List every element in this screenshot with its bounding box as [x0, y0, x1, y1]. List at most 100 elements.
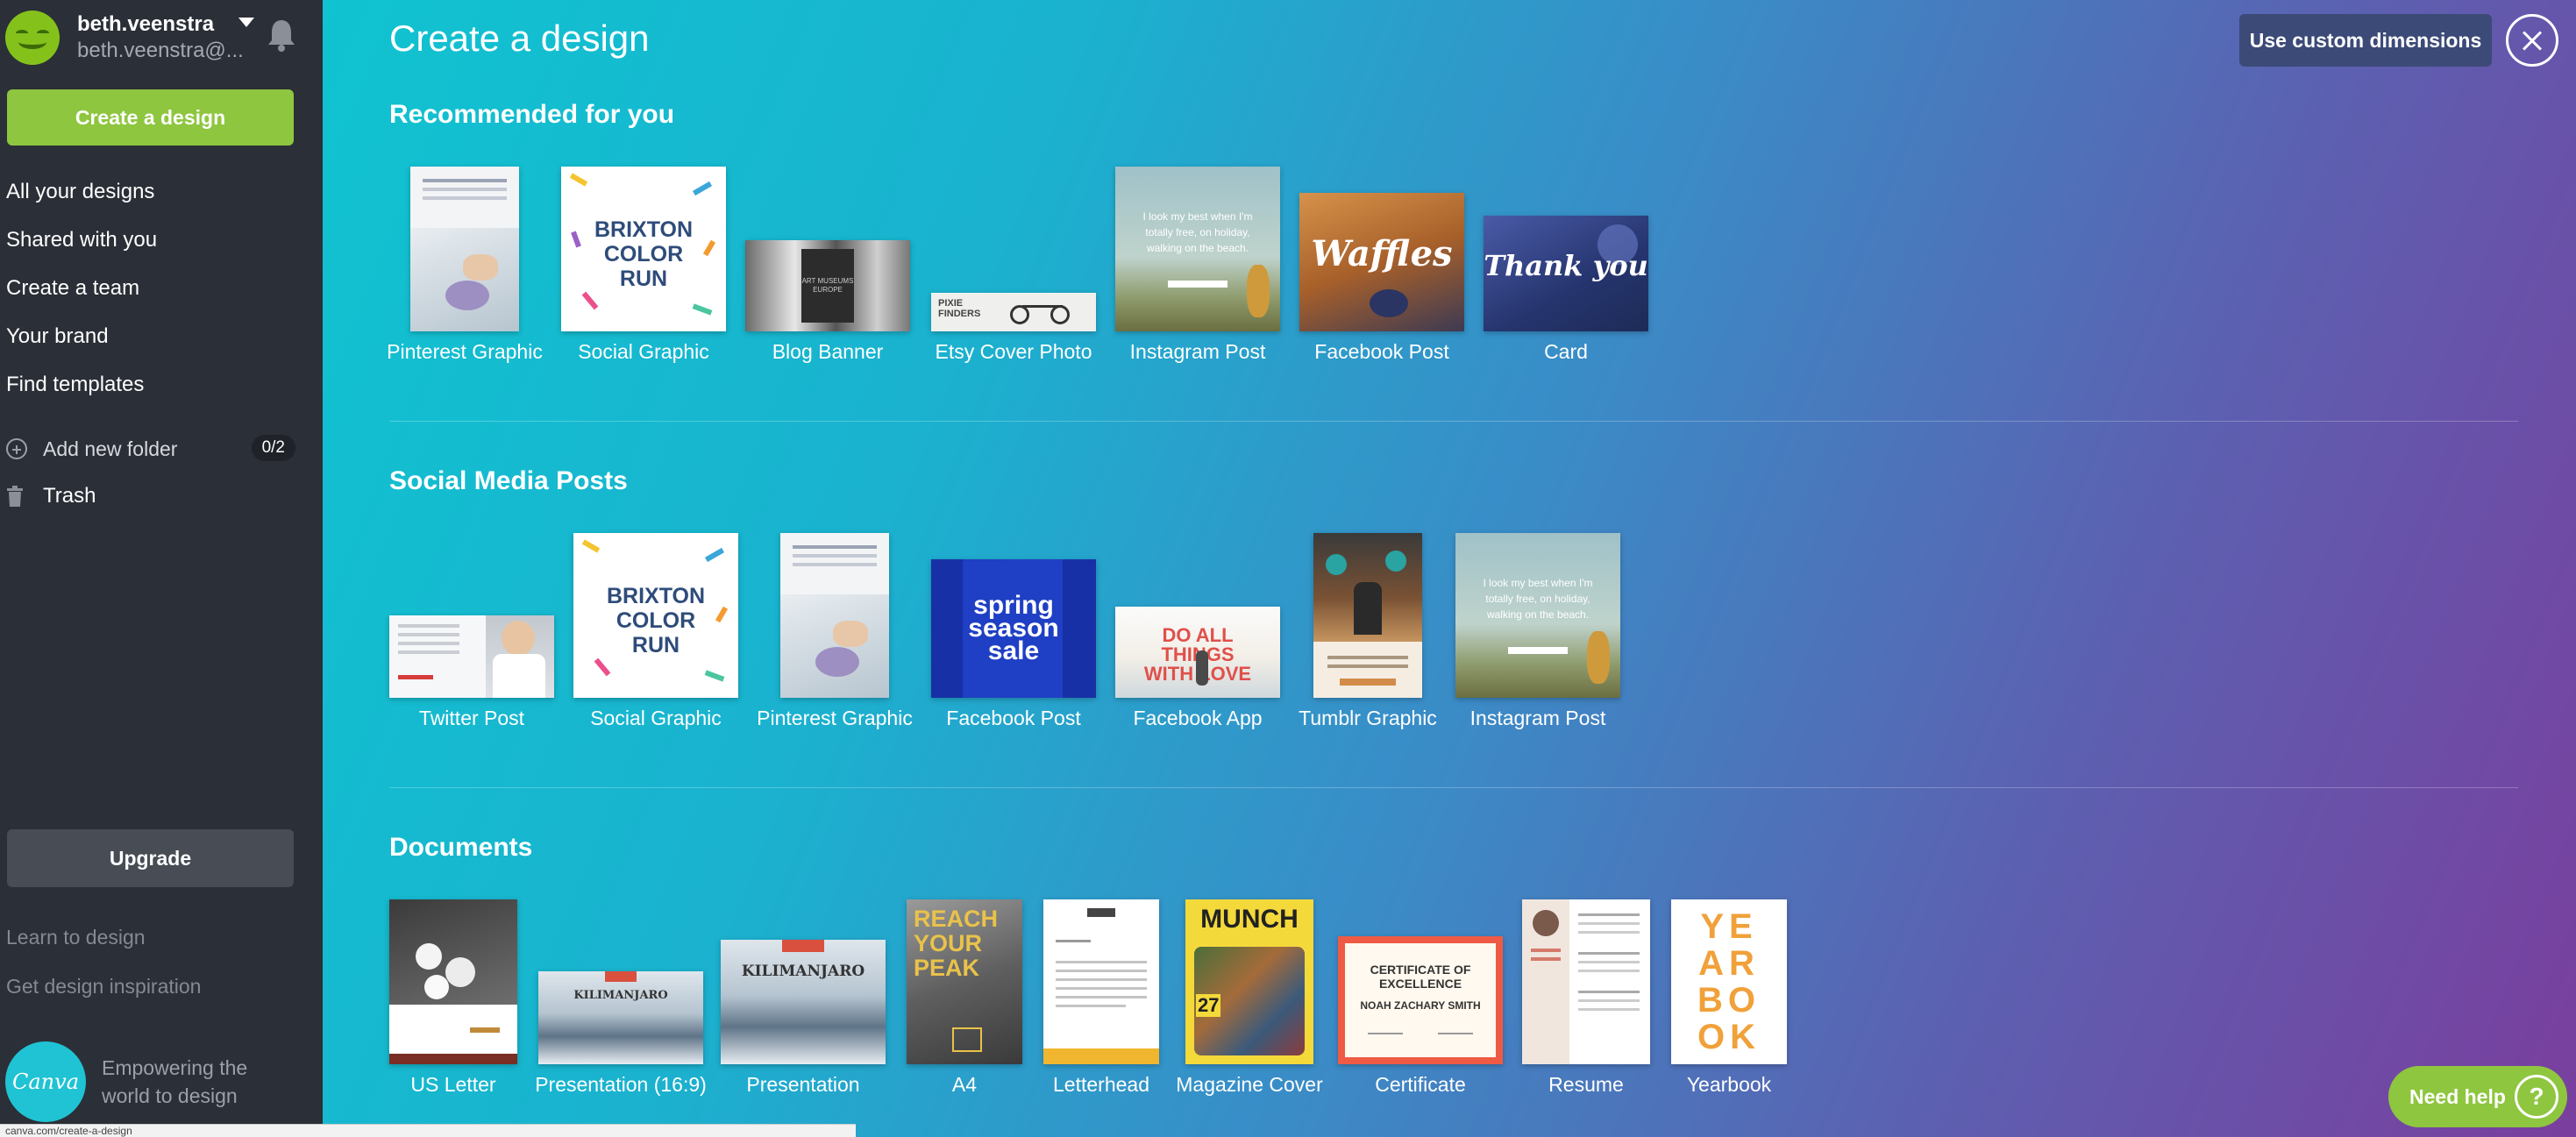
template-thumb[interactable]	[389, 615, 554, 698]
thumb-title: YEARBOOK	[1697, 907, 1761, 1056]
template-thumb[interactable]	[410, 167, 519, 331]
section-title-social: Social Media Posts	[389, 466, 628, 495]
template-thumb[interactable]: YEARBOOK	[1671, 899, 1787, 1064]
template-label[interactable]: Letterhead	[1053, 1073, 1149, 1097]
need-help-button[interactable]: Need help ?	[2388, 1066, 2567, 1127]
template-thumb[interactable]: KILIMANJARO	[538, 971, 703, 1064]
close-icon[interactable]	[2506, 14, 2558, 67]
template-thumb[interactable]: CERTIFICATE OF EXCELLENCE NOAH ZACHARY S…	[1338, 936, 1503, 1064]
upgrade-button[interactable]: Upgrade	[7, 829, 294, 887]
design-inspiration-link[interactable]: Get design inspiration	[6, 975, 201, 998]
bell-icon[interactable]	[267, 18, 296, 53]
template-label[interactable]: Social Graphic	[578, 340, 709, 364]
need-help-label: Need help	[2409, 1084, 2506, 1108]
avatar[interactable]	[5, 11, 60, 65]
template-thumb[interactable]: BRIXTON COLOR RUN	[573, 533, 738, 698]
thumb-title: KILIMANJARO	[573, 989, 668, 1002]
template-label[interactable]: Social Graphic	[590, 707, 722, 730]
template-thumb[interactable]: I look my best when I'm totally free, on…	[1115, 167, 1280, 331]
template-label[interactable]: Yearbook	[1687, 1073, 1771, 1097]
thumb-title: BRIXTON COLOR RUN	[606, 584, 706, 657]
thumb-title: I look my best when I'm totally free, on…	[1142, 210, 1253, 254]
template-label[interactable]: Magazine Cover	[1176, 1073, 1322, 1097]
template-label[interactable]: Tumblr Graphic	[1299, 707, 1437, 730]
template-label[interactable]: Facebook Post	[1314, 340, 1448, 364]
learn-to-design-link[interactable]: Learn to design	[6, 926, 146, 949]
section-title-recommended: Recommended for you	[389, 100, 675, 129]
template-thumb[interactable]: KILIMANJARO	[721, 940, 886, 1064]
template-label[interactable]: Instagram Post	[1470, 707, 1606, 730]
template-label[interactable]: Twitter Post	[419, 707, 524, 730]
template-thumb[interactable]	[389, 899, 517, 1064]
page-title: Create a design	[389, 18, 650, 59]
user-email: beth.veenstra@...	[77, 39, 244, 62]
template-thumb[interactable]: MUNCH 27	[1185, 899, 1313, 1064]
template-thumb[interactable]	[1522, 899, 1650, 1064]
thumb-title: KILIMANJARO	[741, 963, 865, 980]
sidebar: beth.veenstra beth.veenstra@... Create a…	[0, 0, 323, 1137]
sidebar-item-find-templates[interactable]: Find templates	[6, 368, 157, 416]
template-label[interactable]: Instagram Post	[1130, 340, 1266, 364]
divider	[389, 787, 2518, 788]
thumb-title: MUNCH	[1200, 905, 1299, 934]
template-thumb[interactable]	[1043, 899, 1159, 1064]
template-thumb[interactable]: DO ALL THINGS WITH LOVE	[1115, 607, 1280, 698]
thumb-name: NOAH ZACHARY SMITH	[1360, 999, 1481, 1012]
plus-circle-icon	[6, 438, 27, 459]
chevron-down-icon[interactable]	[238, 18, 254, 27]
sidebar-item-all-designs[interactable]: All your designs	[6, 175, 157, 224]
template-thumb[interactable]: REACH YOUR PEAK	[907, 899, 1022, 1064]
canva-logo[interactable]: Canva	[5, 1041, 86, 1122]
template-thumb[interactable]: ART MUSEUMS EUROPE	[745, 240, 910, 331]
template-label[interactable]: Facebook App	[1133, 707, 1262, 730]
main-panel: Create a design Use custom dimensions Re…	[323, 0, 2576, 1137]
add-folder-label: Add new folder	[43, 437, 178, 460]
template-thumb[interactable]: Thank you	[1484, 216, 1648, 331]
thumb-title: Waffles	[1311, 233, 1453, 274]
user-name: beth.veenstra	[77, 12, 215, 36]
folder-count-badge: 0/2	[251, 435, 295, 461]
custom-dimensions-button[interactable]: Use custom dimensions	[2239, 14, 2492, 67]
template-label[interactable]: Facebook Post	[946, 707, 1080, 730]
template-label[interactable]: A4	[952, 1073, 977, 1097]
sidebar-item-brand[interactable]: Your brand	[6, 320, 157, 368]
template-thumb[interactable]: spring season sale	[931, 559, 1096, 698]
trash-label: Trash	[43, 484, 96, 508]
template-label[interactable]: Pinterest Graphic	[757, 707, 913, 730]
sidebar-nav: All your designs Shared with you Create …	[6, 175, 157, 416]
template-label[interactable]: Presentation	[746, 1073, 859, 1097]
add-folder-button[interactable]: Add new folder 0/2	[6, 433, 295, 465]
sidebar-item-create-team[interactable]: Create a team	[6, 272, 157, 320]
template-label[interactable]: Certificate	[1375, 1073, 1466, 1097]
tagline: Empowering the world to design	[102, 1056, 248, 1107]
template-thumb[interactable]: Waffles	[1299, 193, 1464, 331]
thumb-title: Thank you	[1484, 249, 1648, 282]
thumb-title: ART MUSEUMS EUROPE	[801, 249, 854, 323]
template-thumb[interactable]: I look my best when I'm totally free, on…	[1455, 533, 1620, 698]
template-label[interactable]: Card	[1544, 340, 1588, 364]
template-label[interactable]: Resume	[1548, 1073, 1624, 1097]
template-label[interactable]: Pinterest Graphic	[387, 340, 543, 364]
thumb-title: CERTIFICATE OF EXCELLENCE	[1370, 963, 1471, 991]
thumb-title: spring season sale	[968, 591, 1059, 665]
thumb-title: PIXIE FINDERS	[938, 298, 981, 319]
template-label[interactable]: Blog Banner	[772, 340, 884, 364]
template-thumb[interactable]: PIXIE FINDERS	[931, 293, 1096, 331]
template-label[interactable]: Etsy Cover Photo	[936, 340, 1092, 364]
create-design-button[interactable]: Create a design	[7, 89, 294, 146]
divider	[389, 421, 2518, 422]
template-thumb[interactable]: BRIXTON COLOR RUN	[561, 167, 726, 331]
sidebar-item-shared[interactable]: Shared with you	[6, 224, 157, 272]
thumb-title: REACH YOUR PEAK	[914, 906, 999, 981]
thumb-title: I look my best when I'm totally free, on…	[1483, 577, 1593, 621]
section-title-documents: Documents	[389, 833, 533, 862]
thumb-number: 27	[1196, 994, 1221, 1017]
template-label[interactable]: US Letter	[410, 1073, 495, 1097]
template-thumb[interactable]	[1313, 533, 1422, 698]
help-icon: ?	[2515, 1075, 2558, 1119]
sidebar-item-trash[interactable]: Trash	[6, 480, 96, 512]
user-menu[interactable]: beth.veenstra beth.veenstra@...	[5, 11, 317, 67]
template-thumb[interactable]	[780, 533, 889, 698]
template-label[interactable]: Presentation (16:9)	[535, 1073, 707, 1097]
trash-icon	[7, 486, 23, 507]
